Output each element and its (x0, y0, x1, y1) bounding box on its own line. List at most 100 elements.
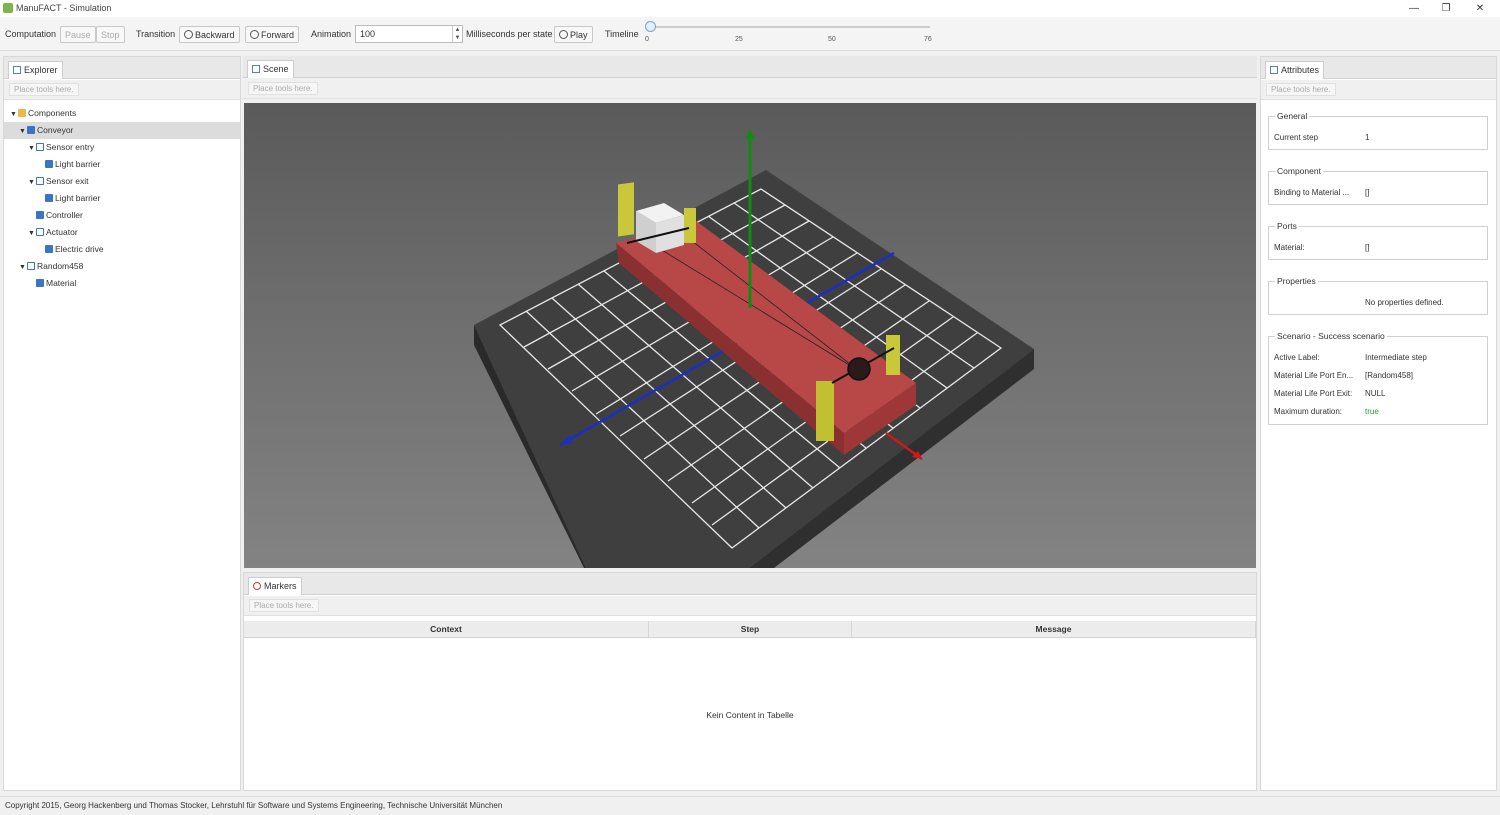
spinner-arrows-icon[interactable]: ▲ ▼ (452, 26, 462, 42)
component-icon (36, 211, 44, 219)
light-barrier-post (684, 208, 696, 243)
tab-attributes[interactable]: Attributes (1265, 61, 1325, 79)
scene-tools: Place tools here. (243, 79, 1257, 99)
y-axis-arrow-icon (745, 129, 755, 139)
timeline-track (650, 26, 930, 28)
scenario-row-value: Intermediate step (1365, 353, 1427, 362)
tree-item[interactable]: Controller (4, 207, 240, 224)
scenario-row-value: true (1365, 407, 1379, 416)
attributes-tools: Place tools here. (1261, 80, 1496, 100)
timeline-slider[interactable]: 0 25 50 76 (645, 19, 935, 49)
explorer-panel: Explorer Place tools here. ▼ Components ▼ C… (3, 56, 241, 791)
scenario-row-key: Material Life Port Exit: (1274, 389, 1353, 398)
tree-item[interactable]: Light barrier (4, 156, 240, 173)
timeline-tick: 0 (645, 36, 649, 43)
expand-triangle-icon[interactable]: ▼ (28, 174, 36, 191)
subcomponent-icon (27, 262, 35, 270)
animation-label: Animation (311, 29, 352, 39)
play-label: Play (570, 30, 588, 40)
component-icon (27, 126, 35, 134)
tree-item[interactable]: Light barrier (4, 190, 240, 207)
tab-scene[interactable]: Scene (247, 60, 294, 78)
folder-icon (18, 109, 26, 117)
expand-triangle-icon[interactable]: ▼ (28, 140, 36, 157)
play-button[interactable]: Play (554, 26, 593, 43)
current-step-label: Current step (1274, 133, 1319, 142)
light-barrier-post (816, 381, 834, 441)
tree-item[interactable]: ▼ Random458 (4, 258, 240, 275)
subcomponent-icon (36, 143, 44, 151)
tab-markers[interactable]: Markers (248, 577, 302, 595)
group-scenario: Scenario - Success scenario Active Label… (1268, 331, 1488, 425)
attributes-header: Attributes (1261, 57, 1496, 79)
group-general-title: General (1275, 111, 1310, 121)
tree-item-label: Components (28, 108, 77, 118)
expand-triangle-icon[interactable]: ▼ (19, 123, 27, 140)
group-scenario-title: Scenario - Success scenario (1275, 331, 1387, 341)
pause-button[interactable]: Pause (60, 26, 96, 43)
explorer-tools-placeholder: Place tools here. (9, 83, 79, 96)
tree-item[interactable]: ▼ Actuator (4, 224, 240, 241)
expand-triangle-icon[interactable]: ▼ (19, 259, 27, 276)
tree-item[interactable]: ▼ Sensor entry (4, 139, 240, 156)
group-ports: Ports Material: [] (1268, 221, 1488, 260)
maximize-button[interactable]: ❐ (1432, 1, 1460, 16)
scenario-row-key: Material Life Port En... (1274, 371, 1354, 380)
forward-button[interactable]: Forward (245, 26, 300, 43)
column-header-step[interactable]: Step (649, 621, 852, 638)
play-icon (559, 30, 568, 39)
column-header-message[interactable]: Message (852, 621, 1256, 638)
group-ports-title: Ports (1275, 221, 1299, 231)
current-step-value: 1 (1365, 133, 1370, 142)
timeline-tick: 76 (924, 36, 932, 43)
group-properties-title: Properties (1275, 276, 1318, 286)
tab-explorer[interactable]: Explorer (8, 61, 63, 79)
scene-icon (252, 65, 260, 73)
tree-item[interactable]: ▼ Sensor exit (4, 173, 240, 190)
scenario-row-value: [Random458] (1365, 371, 1414, 380)
component-icon (45, 194, 53, 202)
tree-item[interactable]: ▼ Conveyor (4, 122, 240, 139)
scene-3d-view[interactable] (244, 103, 1256, 568)
scenario-row-value: NULL (1365, 389, 1386, 398)
tree-item[interactable]: Electric drive (4, 241, 240, 258)
tree-item-label: Sensor entry (46, 142, 95, 152)
scene-header: Scene (243, 56, 1257, 78)
attributes-tab-label: Attributes (1281, 65, 1320, 75)
minimize-button[interactable]: — (1400, 1, 1428, 16)
markers-tools-placeholder: Place tools here. (249, 599, 319, 612)
marker-pin-icon (253, 582, 261, 590)
close-button[interactable]: ✕ (1466, 1, 1494, 16)
computation-label: Computation (5, 29, 57, 39)
port-material-label: Material: (1274, 243, 1305, 252)
subcomponent-icon (36, 228, 44, 236)
tree-item-label: Electric drive (55, 244, 104, 254)
tree-item-label: Light barrier (55, 159, 101, 169)
tree-item-label: Sensor exit (46, 176, 89, 186)
binding-value: [] (1365, 188, 1370, 197)
backward-button[interactable]: Backward (179, 26, 240, 43)
column-header-context[interactable]: Context (244, 621, 649, 638)
animation-speed-input[interactable]: 100 ▲ ▼ (355, 25, 463, 43)
port-material-value: [] (1365, 243, 1370, 252)
stop-button[interactable]: Stop (96, 26, 125, 43)
tree-item[interactable]: ▼ Components (4, 105, 240, 122)
backward-label: Backward (195, 30, 235, 40)
expand-triangle-icon[interactable]: ▼ (10, 106, 18, 123)
component-icon (45, 160, 53, 168)
scene-viewport[interactable] (244, 103, 1256, 568)
scene-tab-label: Scene (263, 64, 289, 74)
markers-tools: Place tools here. (244, 596, 1256, 616)
group-component: Component Binding to Material ... [] (1268, 166, 1488, 205)
tree-item-label: Conveyor (37, 125, 74, 135)
group-component-title: Component (1275, 166, 1323, 176)
timeline-tick: 50 (828, 36, 836, 43)
properties-empty-message: No properties defined. (1365, 298, 1444, 307)
timeline-thumb[interactable] (645, 21, 656, 32)
binding-label: Binding to Material ... (1274, 188, 1350, 197)
explorer-header: Explorer (4, 57, 240, 79)
expand-triangle-icon[interactable]: ▼ (28, 225, 36, 242)
electric-drive-icon (847, 357, 871, 381)
tree-item[interactable]: Material (4, 275, 240, 292)
markers-header: Markers (244, 573, 1256, 595)
